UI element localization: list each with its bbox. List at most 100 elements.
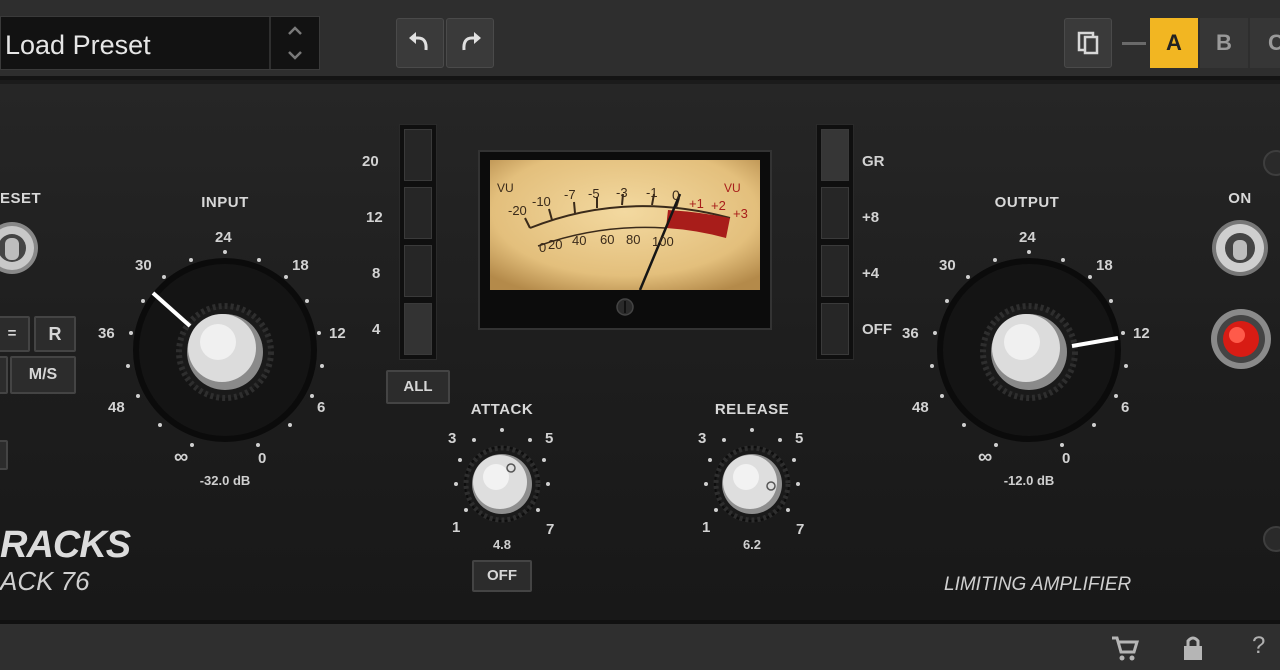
vu-tick-0: 0 [672, 187, 680, 203]
mid-side-button[interactable]: M/S [10, 356, 76, 394]
vu-zero-screw[interactable] [614, 296, 636, 318]
vu-bottom-100: 100 [652, 234, 674, 249]
vu-bottom-0: 0 [539, 240, 547, 255]
input-tick-18: 18 [292, 257, 309, 274]
preset-toggle-switch[interactable] [0, 218, 44, 278]
output-tick-30: 30 [939, 257, 956, 274]
slot-c-button[interactable]: C [1250, 18, 1280, 68]
edge-button[interactable] [0, 440, 8, 470]
output-tick-36: 36 [902, 325, 919, 342]
input-label: INPUT [201, 194, 249, 211]
all-button[interactable]: ALL [386, 370, 450, 404]
output-tick-6: 6 [1121, 399, 1130, 416]
chevron-updown-icon [288, 26, 302, 60]
preset-selector[interactable]: Load Preset [0, 16, 320, 70]
attack-tick-7: 7 [546, 521, 555, 538]
release-value: 6.2 [742, 537, 762, 552]
release-tick-5: 5 [795, 430, 804, 447]
preset-switch-label: ESET [0, 190, 42, 207]
right-channel-button[interactable]: R [34, 316, 76, 352]
gr-led [404, 245, 432, 297]
vu-label-left: VU [497, 181, 514, 195]
top-toolbar: Load Preset A B C [0, 0, 1280, 80]
power-label: ON [1228, 190, 1252, 207]
vu-bottom-40: 40 [572, 233, 587, 248]
redo-icon [462, 32, 481, 51]
gr-scale-4: 4 [372, 321, 381, 338]
meter-selector-+8[interactable] [821, 187, 849, 239]
vu-tick--1: -1 [646, 185, 658, 200]
attack-tick-5: 5 [545, 430, 554, 447]
gr-scale-20: 20 [362, 153, 379, 170]
copy-icon [1077, 31, 1099, 55]
meter-option-gr: GR [862, 153, 885, 170]
meter-selector-+4[interactable] [821, 245, 849, 297]
meter-selector-off[interactable] [821, 303, 849, 355]
undo-icon [409, 32, 428, 51]
preset-label: Load Preset [5, 30, 151, 60]
vu-tick--5: -5 [588, 186, 600, 201]
gr-scale-12: 12 [366, 209, 383, 226]
brand-logo: RACKS [0, 524, 131, 566]
gr-led [404, 129, 432, 181]
vu-label-right: VU [724, 181, 741, 195]
link-button[interactable]: = [0, 316, 30, 352]
vu-bottom-20: 20 [548, 237, 563, 252]
output-tick-18: 18 [1096, 257, 1113, 274]
gr-scale-8: 8 [372, 265, 381, 282]
input-tick-30: 30 [135, 257, 152, 274]
gr-led [404, 303, 432, 355]
input-tick-36: 36 [98, 325, 115, 342]
gr-led-column [399, 124, 437, 360]
copy-settings-button[interactable] [1064, 18, 1112, 68]
slot-a-button[interactable]: A [1150, 18, 1198, 68]
release-tick-7: 7 [796, 521, 805, 538]
input-tick-24: 24 [215, 229, 232, 246]
vu-bottom-80: 80 [626, 232, 641, 247]
help-icon[interactable]: ? [1252, 632, 1265, 660]
device-subtitle: LIMITING AMPLIFIER [944, 574, 1132, 595]
ab-connector [1122, 42, 1146, 45]
rack-screw-bottom [1263, 526, 1280, 552]
vu-tick--3: -3 [616, 185, 628, 200]
vu-tick--20: -20 [508, 203, 527, 218]
output-tick-0: 0 [1062, 450, 1071, 467]
redo-button[interactable] [446, 18, 494, 68]
release-tick-3: 3 [698, 430, 707, 447]
output-label: OUTPUT [994, 194, 1060, 211]
model-name: ACK 76 [0, 566, 90, 596]
preset-stepper[interactable] [269, 17, 321, 69]
input-tick-6: 6 [317, 399, 326, 416]
release-label: RELEASE [714, 401, 790, 418]
slot-b-button[interactable]: B [1200, 18, 1248, 68]
attack-tick-3: 3 [448, 430, 457, 447]
cart-icon[interactable] [1108, 632, 1140, 664]
attack-off-button[interactable]: OFF [472, 560, 532, 592]
rack-screw-top [1263, 150, 1280, 176]
left-channel-button[interactable] [0, 356, 8, 394]
attack-tick-1: 1 [452, 519, 461, 536]
meter-selector-gr[interactable] [821, 129, 849, 181]
meter-option-+4: +4 [862, 265, 880, 282]
vu-tick--7: -7 [564, 187, 576, 202]
input-tick-12: 12 [329, 325, 346, 342]
output-value: -12.0 dB [1003, 473, 1055, 488]
output-tick-24: 24 [1019, 229, 1036, 246]
output-tick-48: 48 [912, 399, 929, 416]
vu-tick-+3: +3 [733, 206, 748, 221]
attack-value: 4.8 [492, 537, 512, 552]
meter-option-+8: +8 [862, 209, 880, 226]
output-tick-12: 12 [1133, 325, 1150, 342]
undo-button[interactable] [396, 18, 444, 68]
power-led-indicator [1211, 309, 1271, 369]
lock-icon[interactable] [1178, 632, 1208, 664]
vu-tick--10: -10 [532, 194, 551, 209]
input-tick-inf: ∞ [174, 446, 189, 468]
bottom-bar: ? [0, 620, 1280, 670]
vu-meter-face [490, 160, 760, 290]
input-tick-0: 0 [258, 450, 267, 467]
meter-option-off: OFF [862, 321, 892, 338]
attack-label: ATTACK [470, 401, 534, 418]
power-toggle-switch[interactable] [1210, 218, 1270, 278]
gr-led [404, 187, 432, 239]
